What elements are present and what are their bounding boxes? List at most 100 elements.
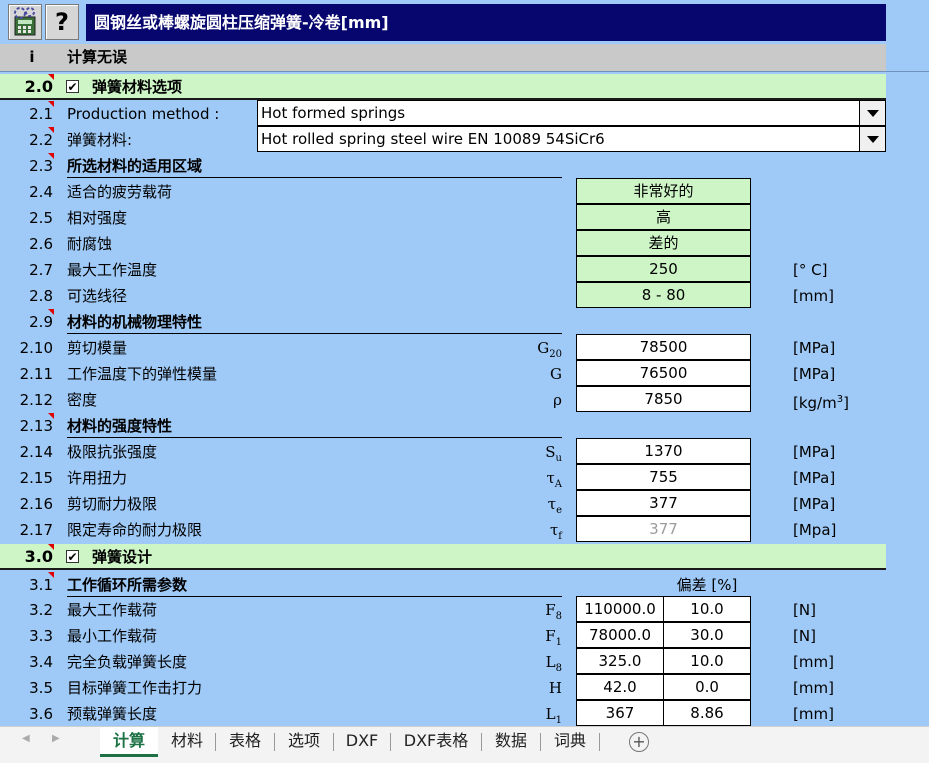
unit-label: [mm] bbox=[793, 287, 834, 305]
symbol: τA bbox=[546, 469, 562, 490]
tab-calculation[interactable]: 计算 bbox=[100, 727, 158, 757]
row-number: 2.13 bbox=[19, 417, 53, 435]
unit-label: [mm] bbox=[793, 679, 834, 697]
row-number: 3.0 bbox=[24, 547, 53, 566]
chevron-down-icon[interactable] bbox=[859, 101, 885, 125]
row-number: 2.12 bbox=[19, 391, 53, 409]
fatigue-load-value: 非常好的 bbox=[576, 178, 751, 204]
symbol: G bbox=[550, 365, 562, 383]
calculator-icon[interactable] bbox=[8, 4, 42, 40]
design-section-checkbox[interactable]: ✔ bbox=[66, 550, 79, 563]
corrosion-value: 差的 bbox=[576, 230, 751, 256]
row-number: 2.7 bbox=[29, 261, 53, 279]
symbol: L1 bbox=[545, 705, 562, 726]
shear-modulus-label: 剪切模量 bbox=[67, 339, 128, 357]
unit-label: [° C] bbox=[793, 261, 828, 279]
add-sheet-icon[interactable]: + bbox=[629, 732, 649, 752]
wire-diameter-label: 可选线径 bbox=[67, 287, 128, 305]
tab-dxf-tables[interactable]: DXF表格 bbox=[392, 727, 480, 757]
min-load-deviation-input[interactable]: 30.0 bbox=[663, 622, 751, 648]
unit-label: [MPa] bbox=[793, 339, 836, 357]
tab-data[interactable]: 数据 bbox=[483, 727, 539, 757]
symbol: τe bbox=[547, 495, 562, 516]
production-method-select[interactable]: Hot formed springs bbox=[257, 100, 886, 126]
chevron-down-icon[interactable] bbox=[859, 127, 885, 151]
comment-marker-icon bbox=[48, 153, 54, 159]
tab-options[interactable]: 选项 bbox=[276, 727, 332, 757]
row-number: 2.10 bbox=[19, 339, 53, 357]
comment-marker-icon bbox=[48, 74, 54, 80]
unit-label: [MPa] bbox=[793, 365, 836, 383]
stroke-input[interactable]: 42.0 bbox=[576, 674, 664, 700]
symbol: τf bbox=[549, 521, 562, 542]
material-section-checkbox[interactable]: ✔ bbox=[66, 80, 79, 93]
row-number: 2.0 bbox=[24, 77, 53, 96]
shear-modulus-value: 78500 bbox=[576, 334, 751, 360]
spring-material-label: 弹簧材料: bbox=[67, 131, 133, 149]
row-number: 3.1 bbox=[29, 576, 53, 594]
status-text: 计算无误 bbox=[67, 48, 128, 66]
row-number: 3.3 bbox=[29, 627, 53, 645]
working-modulus-label: 工作温度下的弹性模量 bbox=[67, 365, 218, 383]
full-load-length-label: 完全负载弹簧长度 bbox=[67, 653, 188, 671]
min-load-input[interactable]: 78000.0 bbox=[576, 622, 664, 648]
row-number: 2.8 bbox=[29, 287, 53, 305]
row-number: 2.17 bbox=[19, 521, 53, 539]
work-cycle-heading: 工作循环所需参数 bbox=[67, 573, 562, 597]
tab-dxf[interactable]: DXF bbox=[335, 727, 389, 757]
relative-strength-label: 相对强度 bbox=[67, 209, 128, 227]
unit-label: [N] bbox=[793, 601, 816, 619]
symbol: F8 bbox=[545, 601, 562, 622]
symbol: G20 bbox=[537, 339, 562, 360]
full-load-length-input[interactable]: 325.0 bbox=[576, 648, 664, 674]
row-number: 3.5 bbox=[29, 679, 53, 697]
allowable-torsion-value: 755 bbox=[576, 464, 751, 490]
row-number: 2.15 bbox=[19, 469, 53, 487]
comment-marker-icon bbox=[48, 101, 54, 107]
row-number: 2.2 bbox=[29, 131, 53, 149]
shear-endurance-label: 剪切耐力极限 bbox=[67, 495, 158, 513]
row-number: 2.9 bbox=[29, 313, 53, 331]
comment-marker-icon bbox=[48, 127, 54, 133]
tab-dictionary[interactable]: 词典 bbox=[542, 727, 598, 757]
section-header-design: 3.0 ✔ 弹簧设计 bbox=[0, 544, 886, 570]
unit-label: [kg/m3] bbox=[793, 394, 849, 412]
comment-marker-icon bbox=[48, 413, 54, 419]
comment-marker-icon bbox=[48, 572, 54, 578]
tab-separator bbox=[540, 733, 541, 751]
preload-length-value: 367 bbox=[576, 700, 664, 726]
divider bbox=[0, 71, 929, 72]
unit-label: [MPa] bbox=[793, 495, 836, 513]
material-area-heading: 所选材料的适用区域 bbox=[67, 154, 562, 178]
unit-label: [N] bbox=[793, 627, 816, 645]
symbol: H bbox=[548, 679, 562, 697]
row-number: 3.2 bbox=[29, 601, 53, 619]
deviation-header: 偏差 [%] bbox=[676, 576, 738, 594]
max-temp-label: 最大工作温度 bbox=[67, 261, 158, 279]
unit-label: [mm] bbox=[793, 653, 834, 671]
stroke-deviation-input[interactable]: 0.0 bbox=[663, 674, 751, 700]
fatigue-load-label: 适合的疲劳载荷 bbox=[67, 183, 173, 201]
shear-endurance-value: 377 bbox=[576, 490, 751, 516]
tab-tables[interactable]: 表格 bbox=[217, 727, 273, 757]
window-title: 圆钢丝或棒螺旋圆柱压缩弹簧-冷卷[mm] bbox=[86, 4, 886, 41]
max-temp-value: 250 bbox=[576, 256, 751, 282]
tab-material[interactable]: 材料 bbox=[160, 727, 214, 757]
tab-separator bbox=[333, 733, 334, 751]
row-number: 2.16 bbox=[19, 495, 53, 513]
comment-marker-icon bbox=[48, 309, 54, 315]
section-title: 弹簧材料选项 bbox=[92, 78, 183, 96]
max-load-input[interactable]: 110000.0 bbox=[576, 596, 664, 622]
full-load-length-deviation-input[interactable]: 10.0 bbox=[663, 648, 751, 674]
min-load-label: 最小工作载荷 bbox=[67, 627, 158, 645]
row-number: 3.4 bbox=[29, 653, 53, 671]
spring-material-select[interactable]: Hot rolled spring steel wire EN 10089 54… bbox=[257, 126, 886, 152]
relative-strength-value: 高 bbox=[576, 204, 751, 230]
preload-length-deviation-value: 8.86 bbox=[663, 700, 751, 726]
tab-scroll-left-icon[interactable]: ◀ bbox=[22, 733, 30, 744]
help-icon[interactable]: ? bbox=[45, 4, 79, 40]
unit-label: [MPa] bbox=[793, 443, 836, 461]
tab-scroll-right-icon[interactable]: ▶ bbox=[52, 733, 60, 744]
max-load-deviation-input[interactable]: 10.0 bbox=[663, 596, 751, 622]
comment-marker-icon bbox=[48, 544, 54, 550]
